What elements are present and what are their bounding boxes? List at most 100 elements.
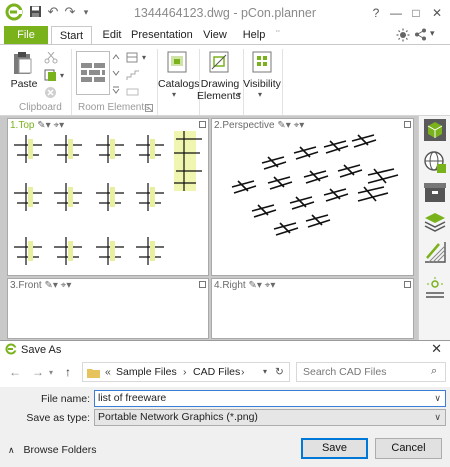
tab-view[interactable]: View bbox=[199, 26, 231, 44]
copy-dropdown-icon[interactable]: ▾ bbox=[60, 71, 64, 80]
save-button[interactable]: Save bbox=[301, 438, 368, 459]
ribbon-panel: Paste ▾ Clipboard ▾ Room Elements Catalo… bbox=[0, 44, 450, 116]
breadcrumb-cad-files[interactable]: CAD Files bbox=[193, 363, 240, 381]
ribbon-separator bbox=[282, 49, 283, 115]
drawing-elements-dropdown-icon[interactable]: ▾ bbox=[237, 90, 241, 99]
dialog-close-button[interactable]: ✕ bbox=[431, 341, 442, 357]
share-dropdown-icon[interactable]: ▾ bbox=[430, 28, 435, 39]
cube-icon[interactable] bbox=[423, 118, 447, 142]
file-name-dropdown-icon[interactable]: ∨ bbox=[434, 391, 441, 406]
grid-pencil-icon[interactable] bbox=[423, 240, 447, 264]
save-as-type-value: Portable Network Graphics (*.png) bbox=[98, 411, 258, 423]
title-bar: ↶ ↷ ▾ 1344464123.dwg - pCon.planner ? — … bbox=[0, 0, 450, 26]
drawing-elements-icon[interactable] bbox=[209, 51, 229, 73]
cancel-button[interactable]: Cancel bbox=[375, 438, 442, 459]
search-input[interactable]: Search CAD Files bbox=[296, 362, 446, 382]
light-icon[interactable] bbox=[423, 276, 447, 300]
more-tabs-icon[interactable]: ¨ bbox=[272, 26, 284, 44]
pencil-icon[interactable]: ✎ bbox=[37, 120, 45, 131]
viewport-top[interactable]: 1.Top ✎▾ ⌖▾ bbox=[7, 118, 209, 276]
target-dropdown-icon[interactable]: ▾ bbox=[66, 280, 71, 291]
sun-icon[interactable] bbox=[396, 28, 410, 45]
save-as-type-select[interactable]: Portable Network Graphics (*.png) ∨ bbox=[94, 409, 446, 426]
viewport-title: 2.Perspective bbox=[214, 120, 275, 131]
stairs-icon[interactable] bbox=[126, 69, 140, 81]
catalogs-dropdown-icon[interactable]: ▾ bbox=[172, 90, 176, 99]
visibility-dropdown-icon[interactable]: ▾ bbox=[258, 90, 262, 99]
storage-box-icon[interactable] bbox=[423, 180, 447, 204]
visibility-label: Visibility bbox=[243, 78, 281, 90]
breadcrumb-sample-files[interactable]: Sample Files bbox=[116, 363, 177, 381]
target-dropdown-icon[interactable]: ▾ bbox=[59, 120, 64, 131]
target-dropdown-icon[interactable]: ▾ bbox=[270, 280, 275, 291]
ceiling-icon[interactable] bbox=[126, 86, 139, 98]
recent-locations-icon[interactable]: ▾ bbox=[49, 368, 53, 377]
window-dropdown-icon[interactable]: ▾ bbox=[142, 53, 146, 62]
forward-arrow-icon[interactable]: → bbox=[32, 365, 44, 379]
maximize-viewport-icon[interactable] bbox=[199, 121, 206, 128]
share-icon[interactable] bbox=[414, 28, 427, 44]
viewport-perspective[interactable]: 2.Perspective ✎▾ ⌖▾ bbox=[211, 118, 414, 276]
browse-folders-label: Browse Folders bbox=[23, 444, 97, 456]
viewport-title: 3.Front bbox=[10, 280, 42, 291]
dialog-navigation: ← → ▾ ↑ « Sample Files › CAD Files › ▾ ↻… bbox=[0, 357, 450, 387]
ribbon-tabs: File Start Edit Presentation View Help ¨… bbox=[0, 26, 450, 45]
delete-icon[interactable] bbox=[44, 86, 57, 99]
clipboard-group-label: Clipboard bbox=[19, 102, 62, 113]
pencil-icon[interactable]: ✎ bbox=[44, 280, 52, 291]
visibility-icon[interactable] bbox=[252, 51, 272, 73]
search-icon: ⌕ bbox=[431, 365, 438, 377]
wall-gallery[interactable] bbox=[76, 51, 110, 95]
dialog-title: Save As bbox=[21, 344, 62, 356]
maximize-viewport-icon[interactable] bbox=[404, 121, 411, 128]
viewport-right[interactable]: 4.Right ✎▾ ⌖▾ bbox=[211, 278, 414, 339]
file-name-input[interactable]: list of freeware ∨ bbox=[94, 390, 446, 407]
tab-start[interactable]: Start bbox=[51, 26, 92, 45]
view-dropdown-icon[interactable]: ▾ bbox=[286, 120, 291, 131]
copy-icon[interactable] bbox=[44, 69, 58, 82]
perspective-drawing bbox=[231, 134, 399, 236]
web-globe-icon[interactable] bbox=[423, 150, 447, 174]
breadcrumb-separator-icon[interactable]: › bbox=[183, 363, 187, 381]
view-dropdown-icon[interactable]: ▾ bbox=[257, 280, 262, 291]
breadcrumb-separator-icon[interactable]: › bbox=[241, 363, 245, 381]
viewport-area: 1.Top ✎▾ ⌖▾ 2.Perspective ✎▾ ⌖▾ 3.Front … bbox=[0, 116, 418, 340]
pencil-icon[interactable]: ✎ bbox=[277, 120, 285, 131]
catalogs-icon[interactable] bbox=[167, 51, 187, 73]
cut-icon[interactable] bbox=[44, 52, 58, 64]
file-name-label: File name: bbox=[40, 393, 90, 405]
viewport-header: 4.Right ✎▾ ⌖▾ bbox=[214, 280, 275, 292]
tab-help[interactable]: Help bbox=[238, 26, 270, 44]
address-bar[interactable]: « Sample Files › CAD Files › ▾ ↻ bbox=[82, 362, 290, 382]
room-elements-group-label: Room Elements bbox=[78, 102, 150, 113]
up-arrow-icon[interactable]: ↑ bbox=[65, 365, 71, 379]
breadcrumb-prefix[interactable]: « bbox=[105, 363, 111, 381]
paste-icon[interactable] bbox=[13, 51, 33, 75]
view-dropdown-icon[interactable]: ▾ bbox=[46, 120, 51, 131]
layers-icon[interactable] bbox=[423, 210, 447, 234]
close-window-button[interactable]: ✕ bbox=[428, 4, 446, 22]
back-arrow-icon[interactable]: ← bbox=[9, 365, 21, 379]
save-as-dialog: Save As ✕ ← → ▾ ↑ « Sample Files › CAD F… bbox=[0, 340, 450, 467]
save-as-type-dropdown-icon[interactable]: ∨ bbox=[434, 410, 441, 425]
viewport-front[interactable]: 3.Front ✎▾ ⌖▾ bbox=[7, 278, 209, 339]
browse-folders-toggle[interactable]: ∧ Browse Folders bbox=[8, 444, 96, 456]
tab-presentation[interactable]: Presentation bbox=[131, 26, 193, 44]
maximize-viewport-icon[interactable] bbox=[199, 281, 206, 288]
tab-file[interactable]: File bbox=[4, 26, 48, 44]
address-dropdown-icon[interactable]: ▾ bbox=[263, 363, 267, 381]
view-dropdown-icon[interactable]: ▾ bbox=[53, 280, 58, 291]
help-button[interactable]: ? bbox=[367, 4, 385, 22]
pencil-icon[interactable]: ✎ bbox=[248, 280, 256, 291]
drawing-elements-label-1: Drawing bbox=[200, 78, 240, 90]
gallery-scroll-icon[interactable] bbox=[112, 51, 120, 95]
file-name-value: list of freeware bbox=[98, 392, 167, 404]
minimize-button[interactable]: — bbox=[387, 4, 405, 22]
target-dropdown-icon[interactable]: ▾ bbox=[299, 120, 304, 131]
maximize-viewport-icon[interactable] bbox=[404, 281, 411, 288]
tab-edit[interactable]: Edit bbox=[96, 26, 128, 44]
window-element-icon[interactable] bbox=[126, 52, 140, 64]
maximize-button[interactable]: □ bbox=[407, 4, 425, 22]
refresh-icon[interactable]: ↻ bbox=[275, 363, 284, 381]
dialog-launcher-icon[interactable] bbox=[145, 104, 153, 112]
